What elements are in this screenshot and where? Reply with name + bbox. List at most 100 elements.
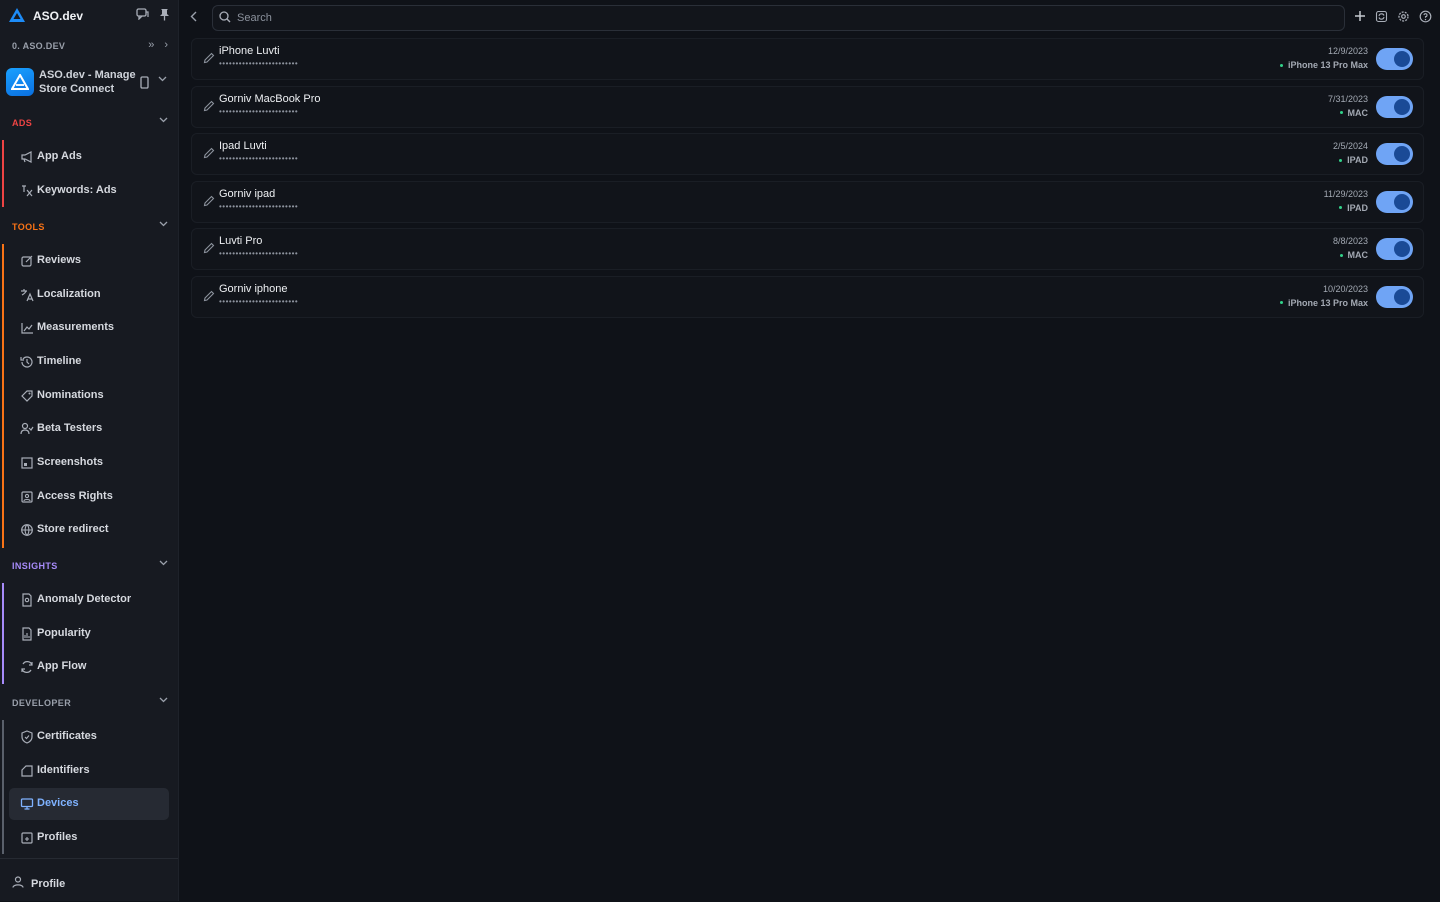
workspace-switcher[interactable]: 0. ASO.DEV » › [0,37,178,55]
device-row[interactable]: Gorniv MacBook Pro •••••••••••••••••••••… [191,85,1424,128]
search-input[interactable] [235,9,1339,27]
device-udid: •••••••••••••••••••••••• [219,296,299,306]
chevron-down-icon[interactable] [159,221,168,227]
chart-line-icon [20,321,34,335]
device-platform-label: MAC [1347,107,1369,118]
chevron-left-icon[interactable] [190,11,197,22]
sidebar-item-label: Screenshots [37,456,104,468]
section-tools[interactable]: TOOLS [0,219,178,237]
device-platform-label: IPAD [1347,202,1368,213]
workspace-name: 0. ASO.DEV [12,41,66,51]
device-platform: MAC [1339,250,1369,261]
help-icon[interactable] [1419,10,1432,23]
sidebar-item-store-redirect[interactable]: Store redirect [9,514,169,546]
sidebar-item-profiles[interactable]: Profiles [9,822,169,854]
device-row[interactable]: Gorniv ipad •••••••••••••••••••••••• 11/… [191,180,1424,223]
sidebar-item-screenshots[interactable]: Screenshots [9,447,169,479]
device-platform: IPAD [1339,155,1368,165]
sidebar-item-app-ads[interactable]: App Ads [9,141,169,173]
sidebar-item-app-flow[interactable]: App Flow [9,651,169,683]
sidebar-item-label: Keywords: Ads [37,184,117,196]
sidebar-item-anomaly-detector[interactable]: Anomaly Detector [9,584,169,616]
device-enabled-toggle[interactable] [1376,95,1413,118]
device-enabled-toggle[interactable] [1376,48,1413,70]
device-date: 11/29/2023 [1323,188,1368,199]
device-platform-label: iPhone 13 Pro Max [1287,297,1368,308]
sidebar-item-label: Profiles [37,831,78,843]
sidebar-item-popularity[interactable]: Popularity [9,618,169,650]
device-enabled-toggle[interactable] [1376,190,1413,213]
sidebar-item-localization[interactable]: Localization [9,279,169,311]
device-row[interactable]: iPhone Luvti •••••••••••••••••••••••• 12… [191,38,1424,80]
sidebar-item-reviews[interactable]: Reviews [9,245,169,277]
search-icon [219,11,231,23]
sidebar-item-timeline[interactable]: Timeline [9,346,169,378]
sidebar-item-devices[interactable]: Devices [9,788,169,820]
sidebar-item-label: Beta Testers [37,422,103,434]
phone-icon[interactable] [140,76,149,89]
section-developer[interactable]: DEVELOPER [0,695,178,713]
chevron-down-icon[interactable] [159,697,168,703]
chevron-down-icon[interactable] [159,117,168,123]
section-insights-label: INSIGHTS [12,561,58,571]
device-platform-label: MAC [1347,250,1369,261]
sidebar-item-certificates[interactable]: Certificates [9,721,169,753]
status-dot [1339,158,1343,162]
sidebar-item-nominations[interactable]: Nominations [9,380,169,412]
megaphone-icon [20,150,34,164]
toggle-knob [1394,241,1410,258]
toggle-knob [1394,288,1410,305]
app-selector[interactable]: ASO.dev - Manage Store Connect [6,66,172,100]
sidebar-item-label: Identifiers [37,764,90,776]
brand-name: ASO.dev [33,9,84,23]
status-dot [1279,63,1283,67]
device-enabled-toggle[interactable] [1376,285,1413,308]
access-icon [20,490,34,504]
device-name: Gorniv MacBook Pro [219,92,321,105]
device-enabled-toggle[interactable] [1376,238,1413,261]
pencil-icon[interactable] [203,195,215,207]
section-ads-bar [2,140,4,207]
sidebar-item-keywords-ads[interactable]: Keywords: Ads [9,175,169,207]
device-row[interactable]: Luvti Pro •••••••••••••••••••••••• 8/8/2… [191,228,1424,271]
chevron-right-icon[interactable]: › [164,39,168,51]
device-platform: iPhone 13 Pro Max [1279,60,1368,70]
double-chevron-right-icon[interactable]: » [148,39,154,51]
sidebar-item-measurements[interactable]: Measurements [9,312,169,344]
profile-link[interactable]: Profile [0,858,178,902]
sidebar-item-label: Measurements [37,321,115,333]
chevron-down-icon[interactable] [158,76,167,82]
pencil-icon[interactable] [203,52,215,64]
sidebar-item-identifiers[interactable]: Identifiers [9,755,169,787]
device-row[interactable]: Gorniv iphone •••••••••••••••••••••••• 1… [191,275,1424,318]
device-row[interactable]: Ipad Luvti •••••••••••••••••••••••• 2/5/… [191,133,1424,176]
settings-gear-icon[interactable] [1397,10,1410,23]
sidebar-item-access-rights[interactable]: Access Rights [9,481,169,513]
pencil-icon[interactable] [203,147,215,159]
section-ads[interactable]: ADS [0,115,178,133]
feedback-icon[interactable] [136,8,149,21]
device-date: 2/5/2024 [1332,141,1368,152]
sidebar: ASO.dev 0. ASO.DEV » › ASO.dev - Manage … [0,0,179,901]
refresh-icon[interactable] [1375,10,1388,23]
sidebar-item-label: Popularity [37,627,91,639]
section-insights[interactable]: INSIGHTS [0,558,178,576]
sidebar-item-label: Nominations [37,389,104,401]
sidebar-item-label: Store redirect [37,523,109,535]
reviews-icon [20,254,34,268]
device-udid: •••••••••••••••••••••••• [219,106,299,116]
device-platform: MAC [1339,107,1369,118]
sidebar-item-label: Anomaly Detector [37,593,132,605]
pencil-icon[interactable] [203,100,215,112]
status-dot [1339,253,1343,257]
pin-icon[interactable] [159,8,170,21]
sidebar-item-beta-testers[interactable]: Beta Testers [9,413,169,445]
add-icon[interactable] [1354,10,1366,23]
pencil-icon[interactable] [203,290,215,302]
device-udid: •••••••••••••••••••••••• [219,249,299,259]
screenshots-icon [20,456,34,470]
chevron-down-icon[interactable] [159,560,168,566]
pencil-icon[interactable] [203,242,215,254]
device-enabled-toggle[interactable] [1376,143,1413,166]
device-udid: •••••••••••••••••••••••• [219,59,299,68]
